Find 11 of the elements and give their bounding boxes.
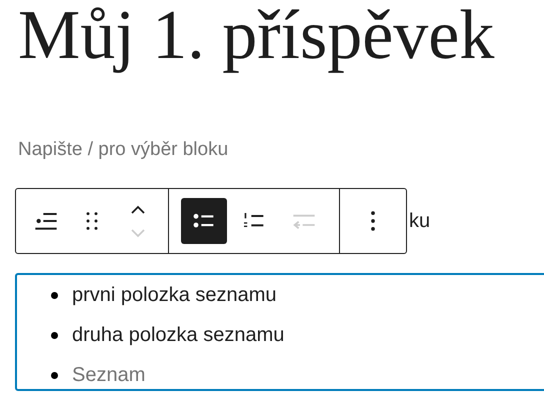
list-item[interactable]: prvni polozka seznamu <box>72 275 277 315</box>
post-title[interactable]: Můj 1. příspěvek <box>18 0 544 76</box>
bullet-icon <box>51 292 58 298</box>
more-options-icon <box>370 211 376 231</box>
paragraph-text: ku <box>409 210 430 232</box>
unordered-list-button[interactable] <box>181 198 227 244</box>
list-block[interactable]: prvni polozka seznamu druha polozka seznamu Seznam <box>15 273 544 391</box>
block-hint: Napište / pro výběr bloku <box>18 138 230 162</box>
bullet-icon <box>51 332 58 338</box>
list-item[interactable]: druha polozka seznamu <box>72 315 284 355</box>
bullet-icon <box>51 372 58 378</box>
